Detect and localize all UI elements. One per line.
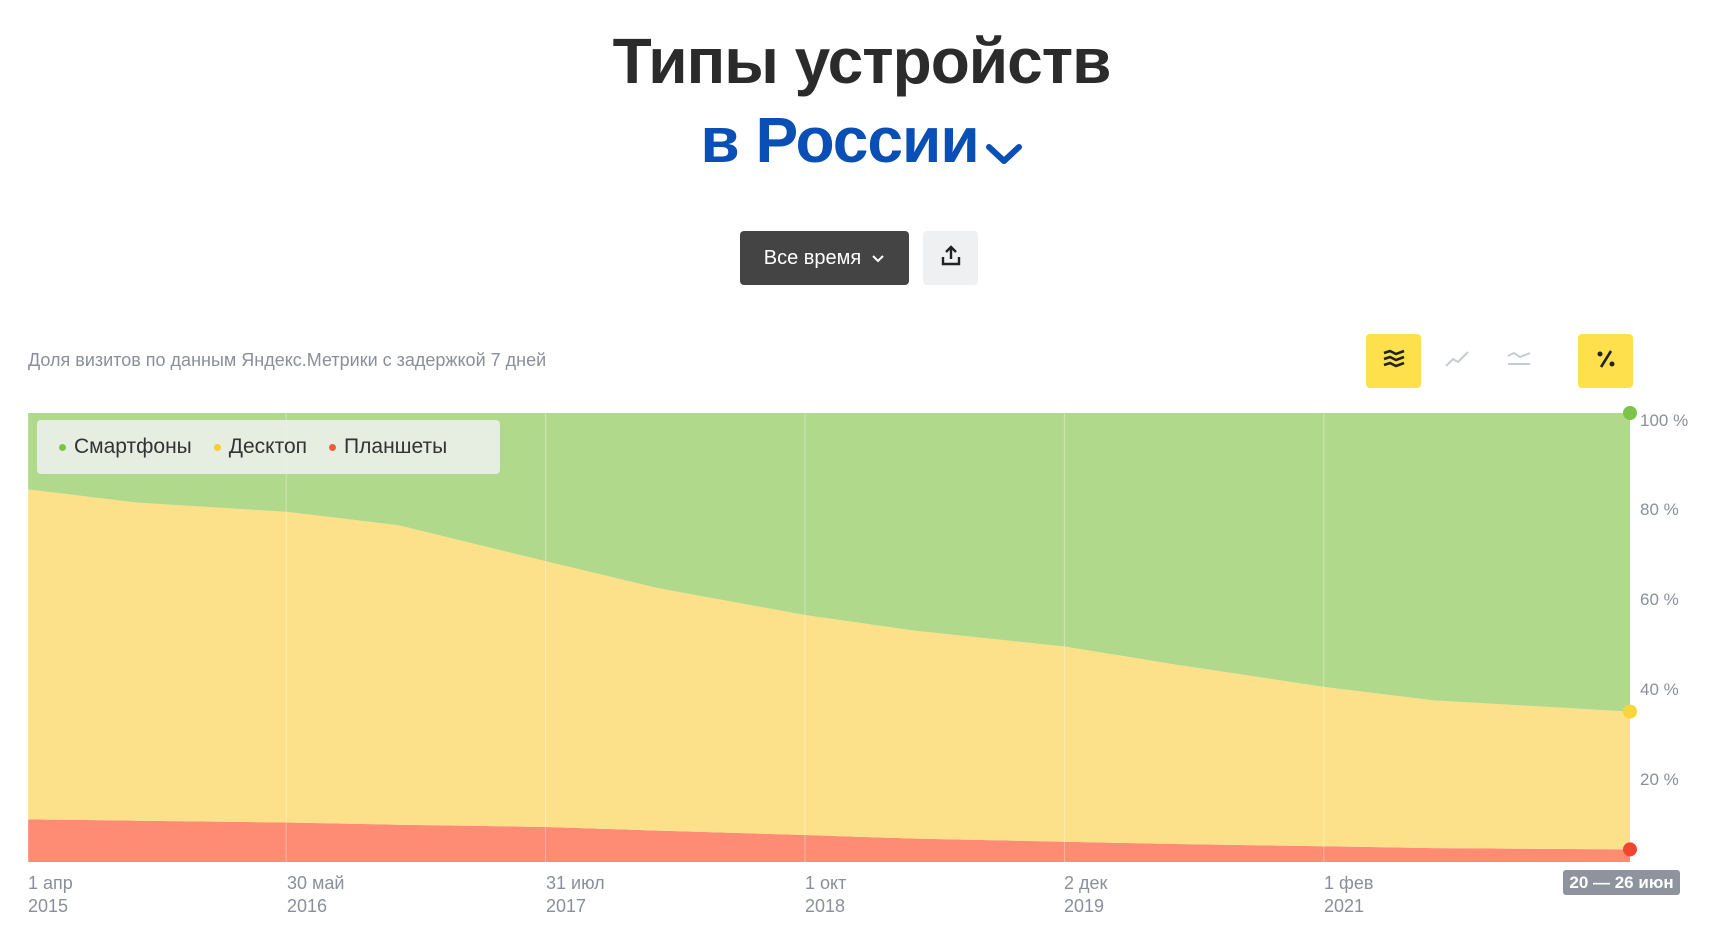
- legend-label: Десктоп: [228, 435, 308, 458]
- y-tick-label: 80 %: [1640, 500, 1679, 519]
- chevron-down-icon: [871, 247, 885, 270]
- share-icon: [939, 244, 963, 273]
- legend-dot-icon: [329, 443, 337, 451]
- x-tick-label: 1 фев 2021: [1324, 873, 1374, 916]
- range-badge: 20 — 26 июн: [1563, 870, 1680, 895]
- page-title: Типы устройств: [612, 25, 1112, 97]
- x-tick-label: 1 окт 2018: [805, 873, 847, 916]
- legend-item-desktop[interactable]: Десктоп: [213, 435, 308, 459]
- period-label: Все время: [763, 246, 862, 269]
- legend-item-tablets[interactable]: Планшеты: [329, 435, 447, 459]
- legend-dot-icon: [213, 443, 221, 451]
- line-view-button[interactable]: [1429, 334, 1484, 388]
- end-marker-smartphones: [1623, 406, 1637, 420]
- legend-label: Смартфоны: [74, 435, 192, 458]
- chart-subtitle: Доля визитов по данным Яндекс.Метрики с …: [28, 350, 547, 370]
- region-selector[interactable]: в России: [0, 100, 1723, 185]
- compare-lines-icon: [1506, 349, 1532, 374]
- percent-toggle-button[interactable]: [1578, 334, 1633, 388]
- chart-legend: Смартфоны Десктоп Планшеты: [37, 420, 500, 474]
- stacked-area-icon: [1382, 349, 1406, 374]
- y-tick-label: 60 %: [1640, 590, 1679, 609]
- x-tick-label: 31 июл 2017: [546, 873, 605, 916]
- legend-item-smartphones[interactable]: Смартфоны: [59, 435, 192, 459]
- y-tick-label: 40 %: [1640, 680, 1679, 699]
- legend-dot-icon: [59, 443, 66, 451]
- x-tick-label: 30 май 2016: [287, 873, 345, 916]
- compare-view-button[interactable]: [1491, 334, 1546, 388]
- share-button[interactable]: [923, 231, 978, 285]
- x-tick-label: 1 апр 2015: [28, 873, 73, 916]
- percent-icon: [1595, 348, 1617, 375]
- x-tick-label: 2 дек 2019: [1064, 873, 1108, 916]
- period-dropdown[interactable]: Все время: [740, 231, 909, 285]
- chevron-down-icon[interactable]: [985, 105, 1023, 185]
- y-tick-label: 100 %: [1640, 411, 1689, 430]
- end-marker-desktop: [1623, 704, 1637, 719]
- legend-label: Планшеты: [344, 435, 448, 458]
- stacked-view-button[interactable]: [1366, 334, 1421, 388]
- region-label: в России: [700, 104, 979, 176]
- end-marker-tablets: [1623, 842, 1637, 857]
- y-tick-label: 20 %: [1640, 770, 1679, 789]
- line-chart-icon: [1444, 349, 1470, 374]
